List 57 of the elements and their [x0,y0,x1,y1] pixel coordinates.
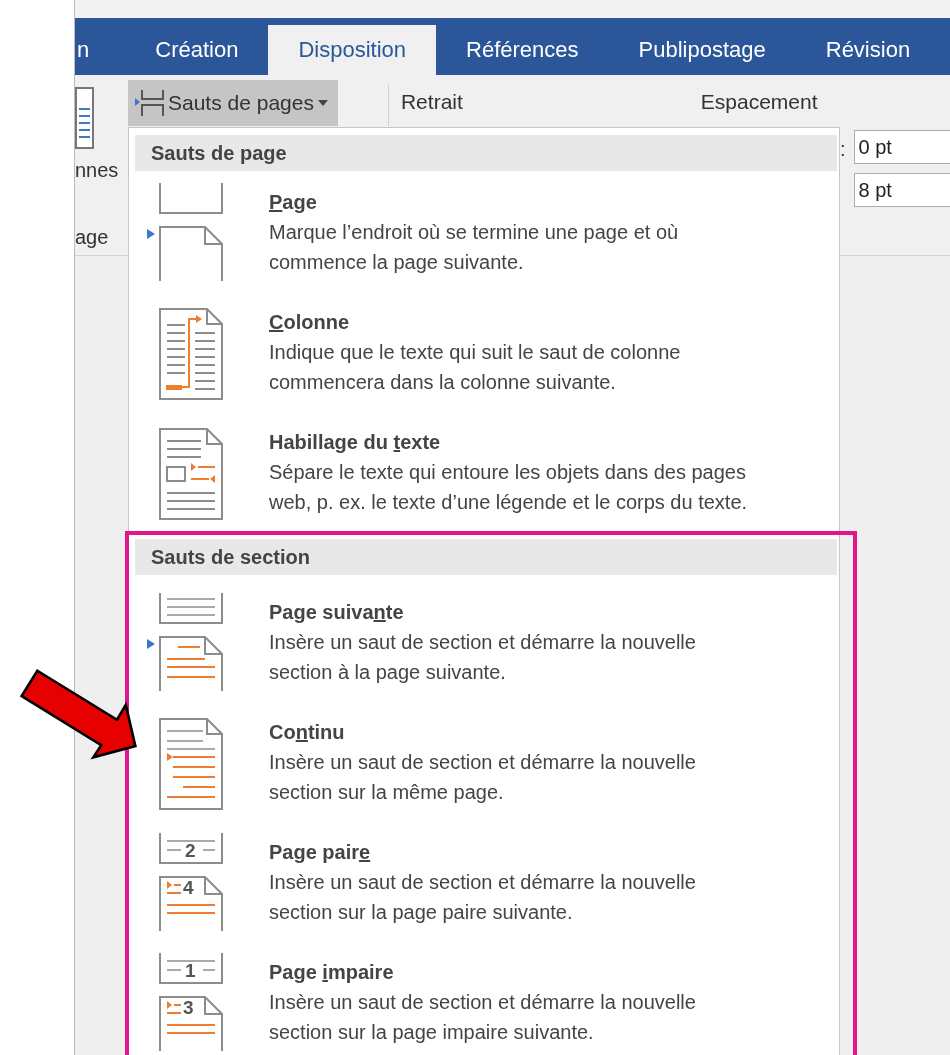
menu-item[interactable]: Habillage du texte Sépare le texte qui entoure les objets dans des pages web, p. ex. le texte d’une légende et le corps du texte. [135,419,839,531]
break-icon [159,953,223,1052]
menu-item[interactable]: Continu Insère un saut de section et démarre la nouvelle section sur la même page. [135,709,839,829]
item-title: Continu [269,720,346,745]
item-description: Insère un saut de section et démarre la nouvelle [269,870,696,895]
ribbon-tab[interactable]: n [77,25,126,75]
menu-item[interactable]: Colonne Indique que le texte qui suit le saut de colonne commencera dans la colonne suivante. [135,299,839,419]
item-title: Colonne [269,310,350,335]
break-icon [159,308,223,400]
ribbon-tab[interactable]: Création [125,25,269,75]
page-number: 3 [183,997,194,1018]
ribbon-tab[interactable]: Révision [795,25,941,75]
item-description: section sur la page impaire suivante. [269,1020,595,1045]
item-description: Marque l’endroit où se termine une page et où [269,220,679,245]
menu-item[interactable]: 1 3 Page impaire Insère un saut de section et démarre la nouvelle section sur la page impaire suivante. [135,949,839,1055]
item-title: Page [269,190,318,215]
item-description: commence la page suivante. [269,250,525,275]
item-description: section sur la même page. [269,780,505,805]
item-description: commencera dans la colonne suivante. [269,370,617,395]
item-title: Page paire [269,840,372,865]
menu-item[interactable]: Page Marque l’endroit où se termine une page et où commence la page suivante. [135,179,839,299]
item-description: Insère un saut de section et démarre la nouvelle [269,990,696,1015]
page-break-icon [134,90,164,116]
item-description: Insère un saut de section et démarre la nouvelle [269,630,696,655]
page-number: 2 [185,840,196,861]
break-icon [147,593,223,692]
spacing-field[interactable]: 8 pt [853,173,950,207]
ribbon-tab[interactable]: Disposition [268,25,436,75]
item-title: Page suivante [269,600,405,625]
break-icon [147,183,223,282]
ribbon-tab[interactable]: Références [436,25,609,75]
ribbon-tab[interactable]: Publipostage [608,25,796,75]
menu-item[interactable]: 2 4 Page paire Insère un saut de section et démarre la nouvelle section sur la page paire suivante. [135,829,839,949]
page-number: 4 [183,877,194,898]
item-description: section à la page suivante. [269,660,507,685]
section-header: Sauts de section [135,539,837,575]
group-label: Espacement [700,90,818,114]
item-description: Insère un saut de section et démarre la nouvelle [269,750,696,775]
break-icon [159,428,223,520]
menu-item[interactable]: Page suivante Insère un saut de section et démarre la nouvelle section à la page suivante. [135,589,839,709]
item-description: Indique que le texte qui suit le saut de colonne [269,340,681,365]
field-label: : [840,138,846,162]
item-description: section sur la page paire suivante. [269,900,574,925]
group-label: Retrait [400,90,463,114]
break-icon [159,833,223,932]
item-description: Sépare le texte qui entoure les objets dans des pages [269,460,747,485]
section-header: Sauts de page [135,135,837,171]
item-description: web, p. ex. le texte d’une légende et le corps du texte. [269,490,748,515]
page-number: 1 [185,960,196,981]
breaks-button[interactable]: Sauts de pages [128,80,338,126]
item-title: Habillage du texte [269,430,442,455]
caret-icon [317,100,328,106]
item-title: Page impaire [269,960,395,985]
ribbon-label: nnes [75,159,120,182]
break-icon [159,718,223,810]
spacing-field[interactable]: 0 pt [853,130,950,164]
group-label: age [75,226,110,249]
